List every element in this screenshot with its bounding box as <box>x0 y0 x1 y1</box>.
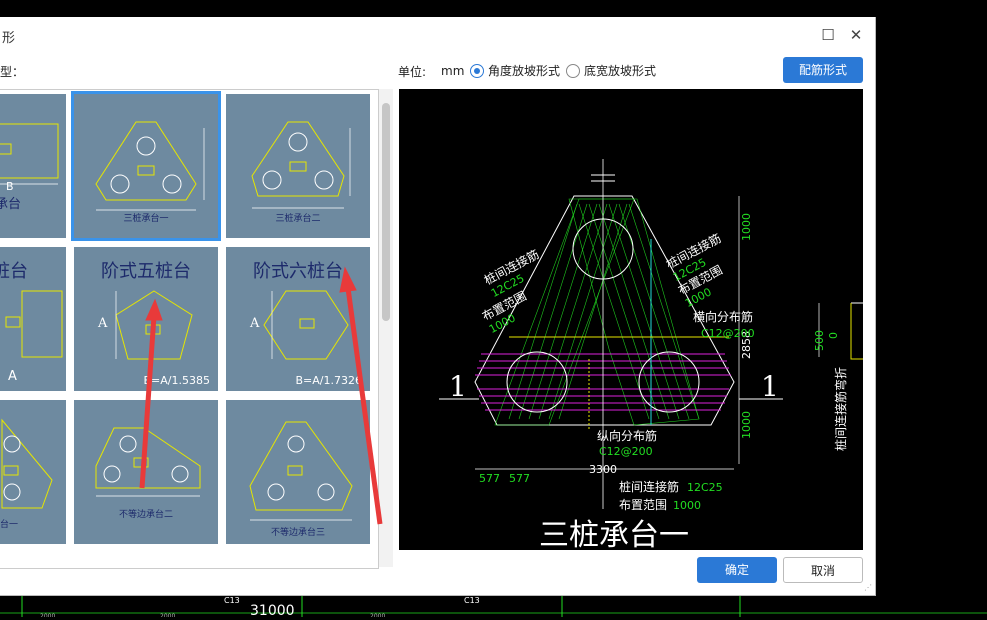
cad-small-dim: 2000 <box>160 613 175 617</box>
cad-tag: C13 <box>464 596 480 605</box>
cad-small-dim: 2000 <box>370 613 385 617</box>
cad-small-dim: 2000 <box>40 613 55 617</box>
cad-dimension-line: 31000 C13 C13 2000 2000 2000 <box>0 596 987 620</box>
cad-tag: C13 <box>224 596 240 605</box>
cad-background-strip: 31000 C13 C13 2000 2000 2000 <box>0 596 987 620</box>
annotation-arrows <box>139 266 383 525</box>
cad-dim-31000: 31000 <box>250 603 295 617</box>
